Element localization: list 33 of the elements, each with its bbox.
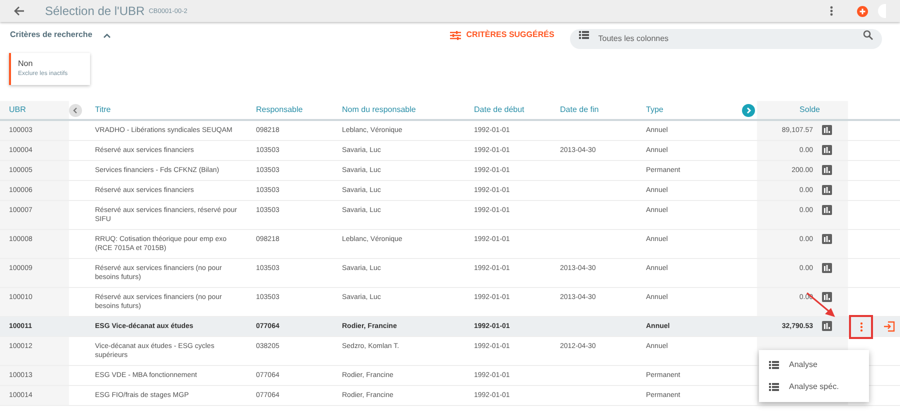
criteria-label: Critères de recherche xyxy=(10,29,92,41)
page-title: Sélection de l'UBR xyxy=(45,3,145,20)
row-actions-button[interactable] xyxy=(849,314,873,338)
column-header[interactable]: Titre xyxy=(95,104,111,116)
bar-chart-icon[interactable] xyxy=(822,125,832,135)
enter-icon[interactable] xyxy=(883,321,895,332)
bar-chart-icon[interactable] xyxy=(822,165,832,175)
sliders-icon xyxy=(450,30,462,40)
scroll-left-icon[interactable] xyxy=(69,104,82,116)
list-icon xyxy=(769,361,779,369)
chevron-up-icon[interactable] xyxy=(103,32,112,38)
column-header[interactable]: Date de fin xyxy=(560,104,599,116)
bar-chart-icon[interactable] xyxy=(822,234,832,244)
more-vertical-icon[interactable] xyxy=(830,6,833,16)
bar-chart-icon[interactable] xyxy=(822,263,832,273)
column-header[interactable]: Responsable xyxy=(256,104,303,116)
bar-chart-icon[interactable] xyxy=(822,292,832,302)
more-vertical-icon xyxy=(860,322,862,332)
bar-chart-icon[interactable] xyxy=(822,185,832,195)
column-header[interactable]: Date de début xyxy=(474,104,524,116)
bar-chart-icon[interactable] xyxy=(822,205,832,215)
column-header[interactable]: Type xyxy=(646,104,664,116)
list-icon xyxy=(579,31,590,39)
search-icon[interactable] xyxy=(863,30,874,40)
back-arrow-icon[interactable] xyxy=(14,6,25,16)
column-header[interactable]: Nom du responsable xyxy=(342,104,416,116)
add-icon[interactable] xyxy=(857,6,868,16)
chip-value: Non xyxy=(18,58,34,70)
bar-chart-icon[interactable] xyxy=(822,321,832,331)
scroll-right-icon[interactable] xyxy=(742,104,755,116)
list-icon xyxy=(769,383,779,391)
search-field[interactable]: Toutes les colonnes xyxy=(570,28,882,48)
bar-chart-icon[interactable] xyxy=(822,145,832,155)
